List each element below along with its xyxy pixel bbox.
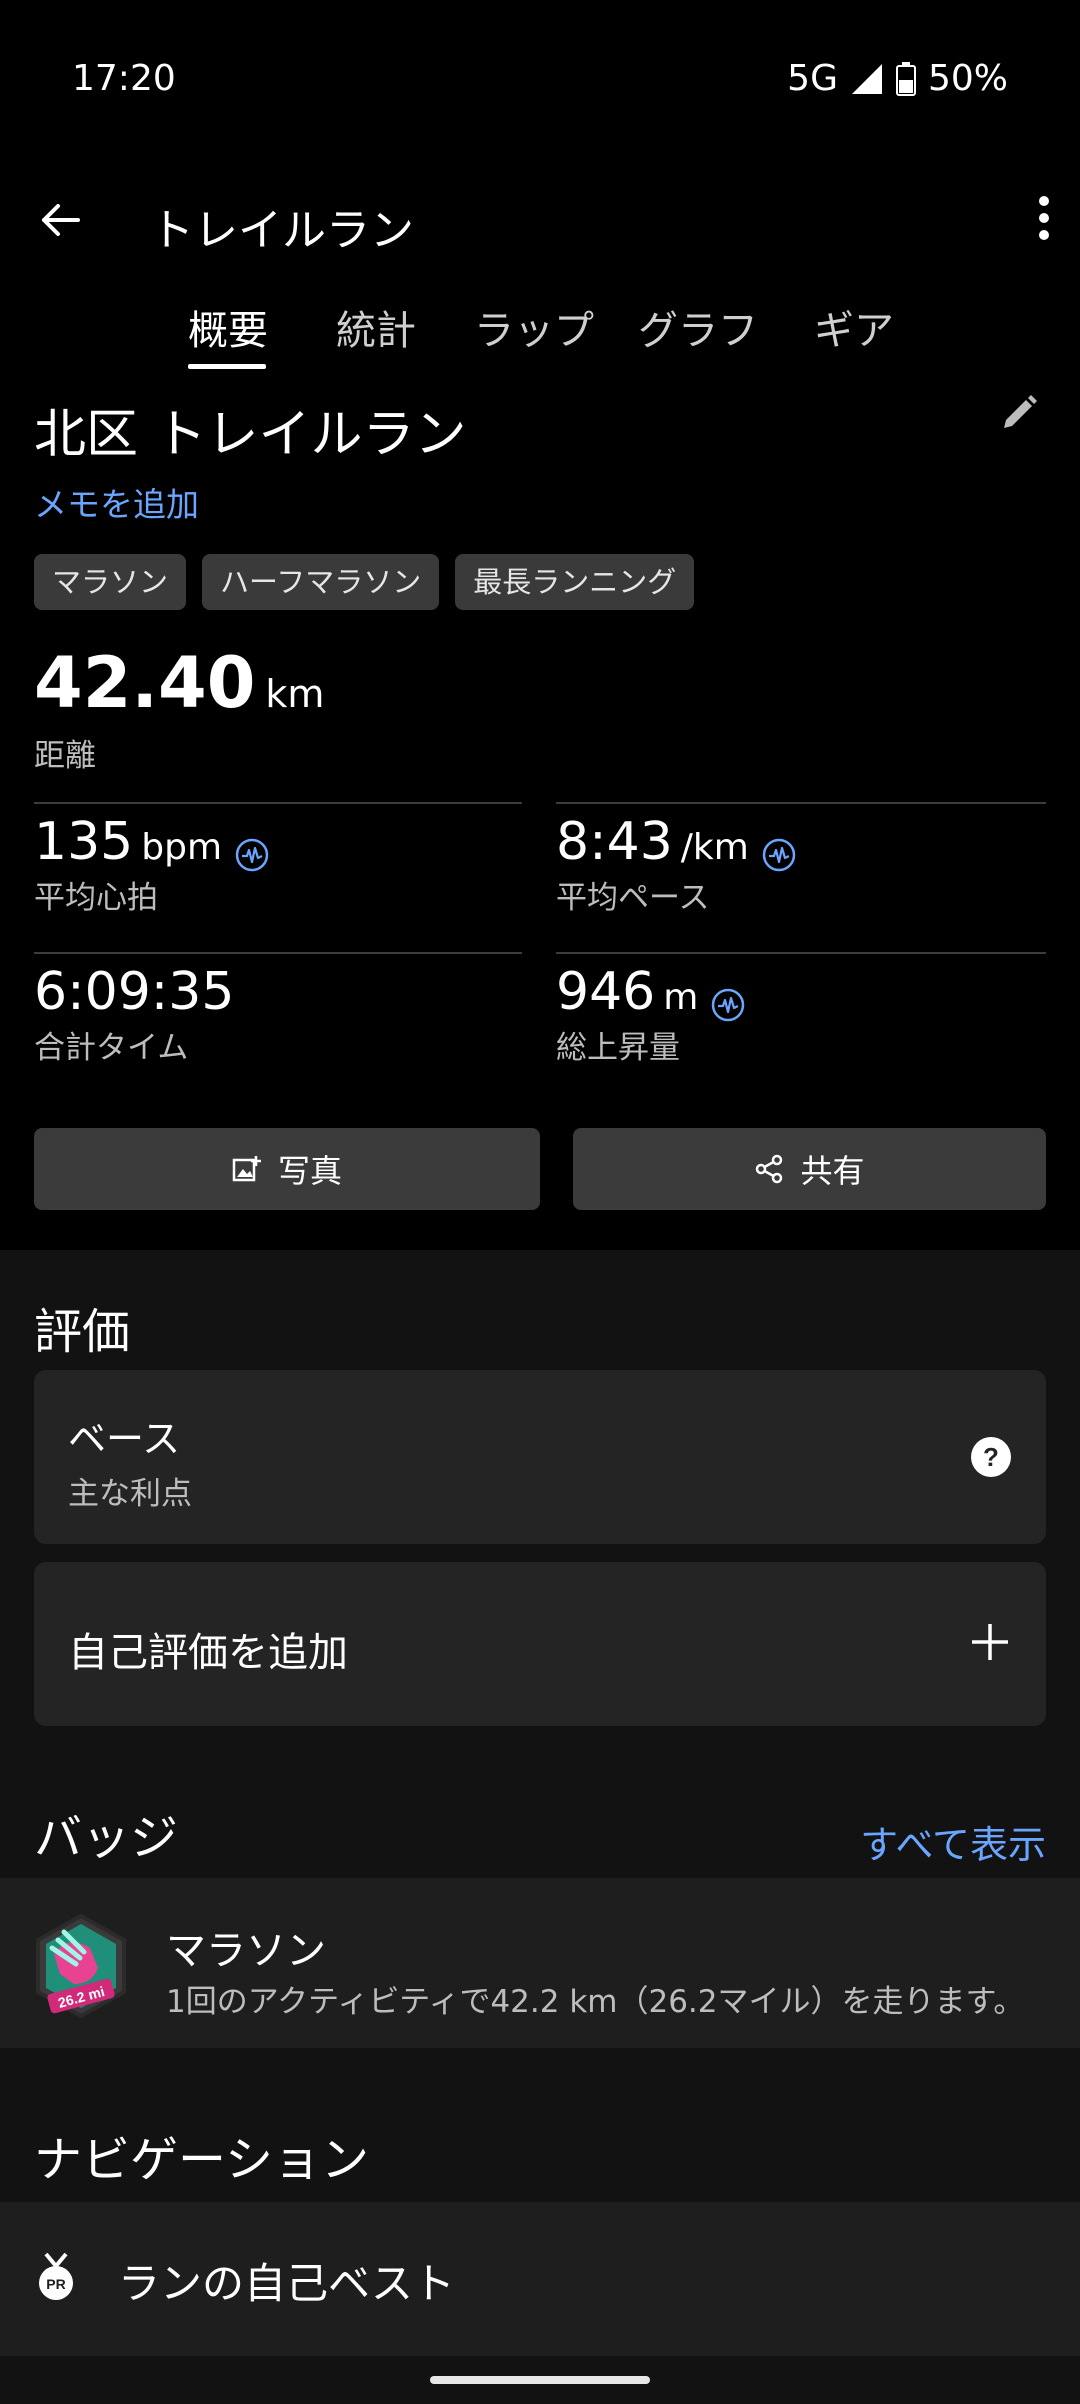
- chip-longest-run: 最長ランニング: [455, 554, 695, 610]
- badge-description: 1回のアクティビティで42.2 km（26.2マイル）を走ります。: [166, 1984, 1025, 2020]
- svg-text:?: ?: [983, 1442, 999, 1472]
- total-time-value: 6:09:35: [34, 962, 235, 1022]
- chip-half-marathon: ハーフマラソン: [202, 554, 440, 610]
- pr-medal-icon: PR: [39, 2252, 73, 2300]
- marathon-badge-icon: 26.2 mi: [36, 1914, 126, 2018]
- distance-value-row: 42.40 km: [34, 642, 324, 724]
- tab-bar: 概要 統計 ラップ グラフ ギア: [0, 298, 1080, 378]
- avg-pace-value: 8:43: [556, 812, 673, 872]
- tab-graphs[interactable]: グラフ: [638, 298, 758, 356]
- divider: [34, 952, 522, 954]
- activity-title: 北区 トレイルラン: [34, 405, 467, 465]
- heart-wave-icon: [235, 838, 269, 871]
- tab-laps[interactable]: ラップ: [474, 298, 594, 356]
- battery-percent: 50%: [927, 58, 1008, 99]
- ascent-wave-icon: [712, 988, 745, 1021]
- base-evaluation-card[interactable]: ベース 主な利点 ?: [34, 1370, 1046, 1544]
- tab-stats[interactable]: 統計: [336, 298, 416, 356]
- avg-pace-stat[interactable]: 8:43/km 平均ペース: [556, 812, 796, 917]
- add-self-evaluation-card[interactable]: 自己評価を追加: [34, 1562, 1046, 1726]
- plus-icon[interactable]: [970, 1622, 1010, 1662]
- tab-overview[interactable]: 概要: [188, 298, 268, 356]
- avg-hr-label: 平均心拍: [34, 880, 158, 916]
- tab-indicator: [188, 364, 266, 369]
- navigation-row-personal-records[interactable]: PR ランの自己ベスト: [0, 2202, 1080, 2356]
- avg-hr-stat[interactable]: 135 bpm 平均心拍: [34, 812, 269, 917]
- back-arrow-icon[interactable]: [34, 194, 86, 246]
- photo-button-label: 写真: [277, 1152, 342, 1190]
- personal-records-label: ランの自己ベスト: [118, 2259, 455, 2308]
- distance-label: 距離: [34, 738, 96, 774]
- pace-wave-icon: [762, 838, 796, 871]
- edit-icon[interactable]: [998, 392, 1040, 434]
- share-icon: [756, 1154, 783, 1184]
- pr-medal-text: PR: [46, 2276, 65, 2292]
- status-icons: 5G 50%: [787, 58, 1008, 99]
- avg-hr-value: 135: [34, 812, 134, 872]
- show-all-link[interactable]: すべて表示: [860, 1814, 1046, 1869]
- ascent-value: 946: [556, 962, 656, 1022]
- divider: [556, 802, 1046, 804]
- ascent-label: 総上昇量: [556, 1030, 680, 1066]
- share-button-label: 共有: [800, 1152, 865, 1190]
- battery-icon: [895, 61, 916, 96]
- base-title: ベース: [68, 1417, 181, 1461]
- badge-title: マラソン: [166, 1928, 326, 1974]
- base-subtitle: 主な利点: [68, 1476, 192, 1512]
- avg-pace-label: 平均ペース: [556, 880, 710, 916]
- status-time: 17:20: [72, 58, 176, 99]
- signal-icon: [851, 63, 882, 94]
- help-icon[interactable]: ?: [970, 1436, 1012, 1478]
- distance-value: 42.40: [34, 642, 256, 724]
- record-chips: マラソン ハーフマラソン 最長ランニング: [34, 554, 695, 610]
- badges-title: バッジ: [34, 1810, 179, 1866]
- avg-pace-unit: /km: [680, 827, 749, 868]
- divider: [556, 952, 1046, 954]
- total-time-stat[interactable]: 6:09:35 合計タイム: [34, 962, 234, 1067]
- add-memo-link[interactable]: メモを追加: [34, 478, 199, 526]
- share-button[interactable]: 共有: [573, 1128, 1046, 1210]
- status-bar: 17:20 5G 50%: [0, 0, 1080, 160]
- chip-marathon: マラソン: [34, 554, 187, 610]
- avg-hr-unit: bpm: [141, 827, 223, 868]
- add-photo-icon: [232, 1156, 261, 1182]
- photo-button[interactable]: 写真: [34, 1128, 540, 1210]
- tab-gear[interactable]: ギア: [814, 298, 894, 356]
- total-time-label: 合計タイム: [34, 1030, 189, 1066]
- navigation-title: ナビゲーション: [34, 2132, 370, 2188]
- total-ascent-stat[interactable]: 946 m 総上昇量: [556, 962, 745, 1067]
- network-label: 5G: [787, 58, 838, 99]
- app-bar: トレイルラン: [0, 180, 1080, 260]
- add-self-evaluation-label: 自己評価を追加: [68, 1630, 348, 1676]
- evaluation-title: 評価: [34, 1304, 131, 1360]
- ascent-unit: m: [663, 977, 699, 1018]
- more-options-icon[interactable]: [1038, 196, 1050, 240]
- page-title: トレイルラン: [150, 205, 414, 256]
- distance-unit: km: [265, 672, 325, 716]
- badge-row[interactable]: 26.2 mi マラソン 1回のアクティビティで42.2 km（26.2マイル）…: [0, 1878, 1080, 2048]
- home-indicator[interactable]: [430, 2376, 650, 2384]
- divider: [34, 802, 522, 804]
